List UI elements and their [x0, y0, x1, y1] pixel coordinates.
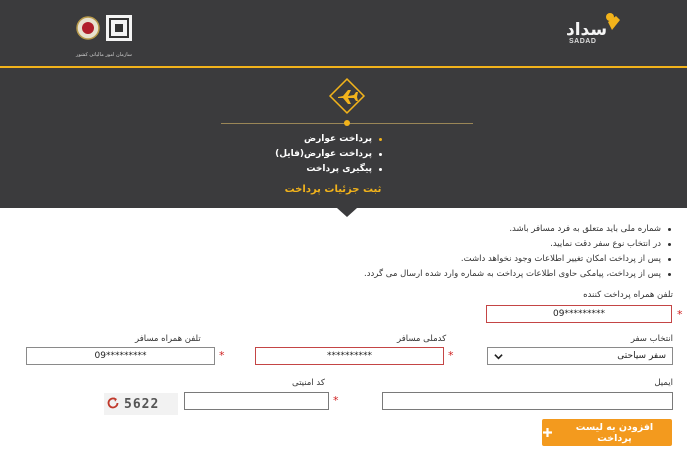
banner-pointer: [337, 208, 357, 217]
top-header: سداد SADAD سازمان امور مالیاتی کشور: [0, 0, 687, 66]
list-item: پس از پرداخت امکان تغییر اطلاعات وجود نخ…: [364, 252, 671, 267]
passenger-phone-label: تلفن همراه مسافر: [135, 334, 201, 344]
email-label: ایمیل: [654, 378, 673, 388]
passenger-phone-input[interactable]: [26, 347, 215, 365]
national-code-label: کدملی مسافر: [397, 334, 447, 344]
email-input[interactable]: [382, 392, 673, 410]
menu-item-label: پرداخت عوارض: [304, 134, 372, 144]
add-button-label: افزودن به لیست پرداخت: [575, 421, 654, 444]
required-marker: *: [677, 308, 683, 321]
menu-item-track-payment[interactable]: پیگیری پرداخت: [275, 162, 382, 177]
sadad-mark-icon: [606, 13, 620, 30]
banner-divider-dot: [344, 120, 350, 126]
list-item: در انتخاب نوع سفر دقت نمایید.: [364, 237, 671, 252]
payer-phone-input[interactable]: [486, 305, 672, 323]
menu-item-label: پیگیری پرداخت: [306, 164, 372, 174]
note-text: شماره ملی باید متعلق به فرد مسافر باشد.: [509, 224, 661, 234]
plus-icon: [542, 428, 552, 437]
note-text: پس از پرداخت، پیامکی حاوی اطلاعات پرداخت…: [364, 269, 661, 279]
bullet-icon: [379, 153, 382, 156]
payer-phone-label: تلفن همراه پرداخت کننده: [583, 290, 673, 300]
bank-logo-caption: سازمان امور مالیاتی کشور: [76, 52, 132, 58]
add-to-payment-list-button[interactable]: افزودن به لیست پرداخت: [542, 419, 672, 446]
note-text: پس از پرداخت امکان تغییر اطلاعات وجود نخ…: [460, 254, 661, 264]
bank-emblem-icon: [76, 15, 132, 41]
instructions-list: شماره ملی باید متعلق به فرد مسافر باشد. …: [364, 222, 671, 282]
sadad-logo: سداد SADAD: [566, 12, 626, 48]
bullet-icon: [668, 243, 671, 246]
travel-type-label: انتخاب سفر: [630, 334, 673, 344]
security-code-input[interactable]: [184, 392, 329, 410]
plane-icon: [328, 77, 366, 115]
required-marker: *: [448, 349, 454, 362]
list-item: پس از پرداخت، پیامکی حاوی اطلاعات پرداخت…: [364, 267, 671, 282]
captcha-text: 5622: [124, 397, 160, 412]
bullet-icon: [668, 228, 671, 231]
security-code-label: کد امنیتی: [292, 378, 325, 388]
menu-item-pay-tolls-file[interactable]: پرداخت عوارض(فایل): [275, 147, 382, 162]
captcha-image: 5622: [104, 393, 178, 415]
required-marker: *: [219, 349, 225, 362]
payment-menu: پرداخت عوارض پرداخت عوارض(فایل) پیگیری پ…: [275, 132, 382, 177]
required-marker: *: [333, 394, 339, 407]
bullet-icon: [379, 138, 382, 141]
chevron-down-icon: [494, 354, 503, 360]
bullet-icon: [379, 168, 382, 171]
sadad-logo-subtext: SADAD: [569, 38, 597, 45]
bank-logos: سازمان امور مالیاتی کشور: [76, 12, 142, 58]
bullet-icon: [668, 273, 671, 276]
menu-item-pay-tolls[interactable]: پرداخت عوارض: [275, 132, 382, 147]
bullet-icon: [668, 258, 671, 261]
list-item: شماره ملی باید متعلق به فرد مسافر باشد.: [364, 222, 671, 237]
banner: پرداخت عوارض پرداخت عوارض(فایل) پیگیری پ…: [0, 68, 687, 208]
travel-type-select[interactable]: سفر سیاحتی: [487, 347, 673, 365]
refresh-icon[interactable]: [106, 396, 120, 410]
menu-item-label: پرداخت عوارض(فایل): [275, 149, 372, 159]
page-title: ثبت جزئیات پرداخت: [284, 184, 382, 195]
national-code-input[interactable]: [255, 347, 444, 365]
note-text: در انتخاب نوع سفر دقت نمایید.: [550, 239, 661, 249]
travel-type-value: سفر سیاحتی: [617, 351, 666, 361]
sadad-logo-text: سداد: [566, 20, 608, 40]
